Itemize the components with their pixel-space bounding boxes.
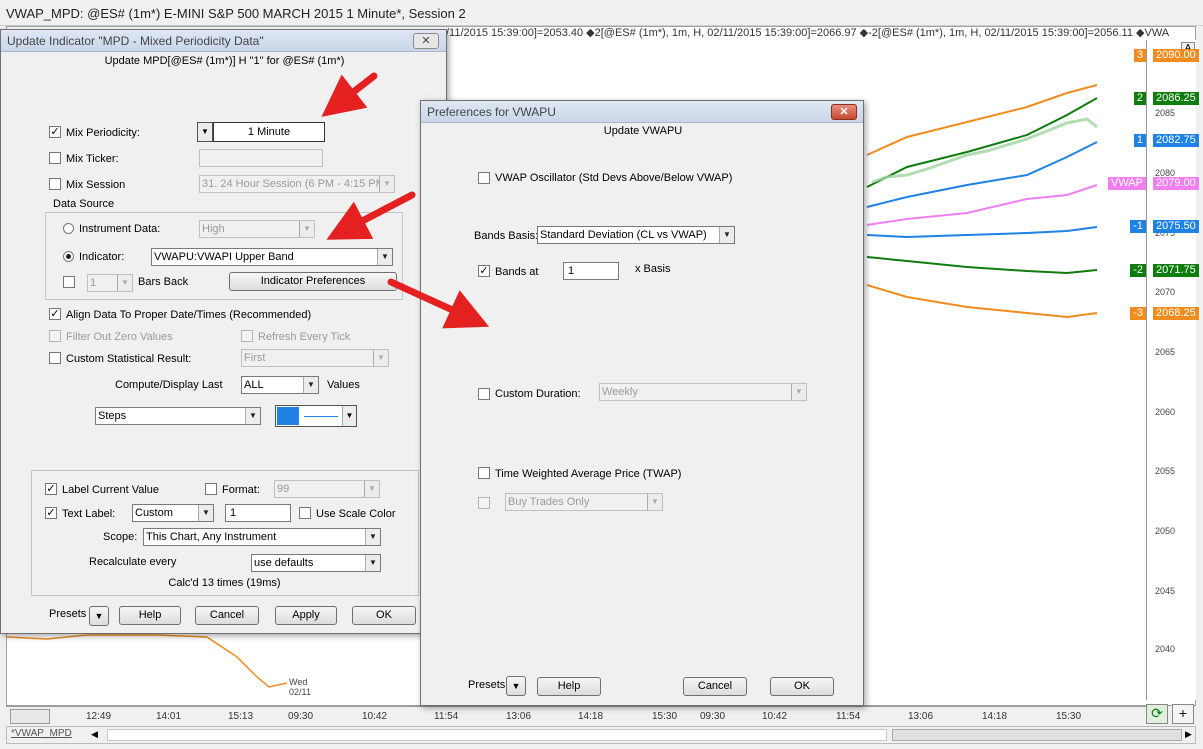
- annotation-arrows: [321, 72, 490, 329]
- red-arrow-3: [387, 278, 490, 329]
- red-arrow-2: [326, 191, 416, 240]
- red-arrow-1: [321, 72, 378, 117]
